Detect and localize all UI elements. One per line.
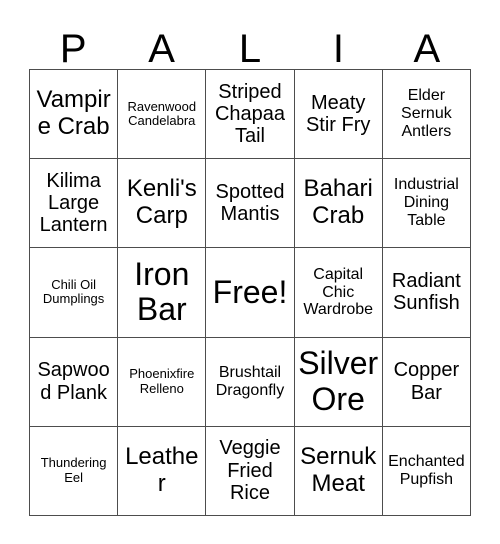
bingo-cell-label: Phoenixfire Relleno [129, 366, 195, 396]
bingo-cell-label: Silver Ore [298, 344, 379, 417]
bingo-cell-label: Capital Chic Wardrobe [303, 265, 374, 319]
bingo-cell[interactable]: Striped Chapaa Tail [206, 70, 295, 160]
bingo-cell[interactable]: Kilima Large Lantern [30, 159, 119, 249]
bingo-cell[interactable]: Kenli's Carp [118, 159, 207, 249]
header-letter-3: L [238, 27, 262, 71]
bingo-cell-label: Enchanted Pupfish [388, 452, 465, 488]
bingo-cell-label: Copper Bar [393, 359, 460, 404]
bingo-card: P A L I A Vampire Crab Ravenwood Candela… [0, 0, 500, 544]
bingo-cell-label: Sernuk Meat [300, 443, 377, 497]
bingo-cell-label: Thundering Eel [40, 455, 107, 485]
bingo-cell[interactable]: Industrial Dining Table [382, 159, 471, 249]
bingo-cell[interactable]: Meaty Stir Fry [294, 70, 383, 160]
bingo-cell-label: Bahari Crab [303, 175, 373, 230]
bingo-cell-label: Radiant Sunfish [391, 270, 461, 315]
header-letter-5: A [413, 27, 441, 71]
bingo-cell-label: Striped Chapaa Tail [214, 80, 286, 148]
bingo-header-letters: P A L I A [29, 20, 471, 69]
bingo-cell[interactable]: Spotted Mantis [206, 159, 295, 249]
bingo-cell-label: Chili Oil Dumplings [42, 276, 105, 307]
bingo-free-cell-label: Free! [212, 273, 288, 310]
bingo-cell[interactable]: Thundering Eel [30, 426, 119, 516]
bingo-cell-label: Elder Sernuk Antlers [401, 87, 452, 141]
bingo-cell[interactable]: Sapwood Plank [30, 337, 119, 427]
bingo-cell[interactable]: Bahari Crab [294, 159, 383, 249]
bingo-cell[interactable]: Capital Chic Wardrobe [294, 248, 383, 338]
bingo-cell-label: Leather [125, 443, 199, 497]
bingo-cell[interactable]: Silver Ore [294, 337, 383, 427]
bingo-cell[interactable]: Sernuk Meat [294, 426, 383, 516]
bingo-free-cell[interactable]: Free! [206, 248, 295, 338]
bingo-cell[interactable]: Copper Bar [382, 337, 471, 427]
bingo-cell-label: Brushtail Dragonfly [215, 363, 285, 399]
bingo-cell[interactable]: Veggie Fried Rice [206, 426, 295, 516]
bingo-cell[interactable]: Enchanted Pupfish [382, 426, 471, 516]
bingo-cell-label: Vampire Crab [36, 86, 111, 141]
header-letter-2: A [148, 27, 175, 71]
bingo-cell-label: Sapwood Plank [37, 359, 110, 404]
bingo-cell-label: Meaty Stir Fry [305, 91, 371, 137]
bingo-cell[interactable]: Chili Oil Dumplings [30, 248, 119, 338]
bingo-cell[interactable]: Leather [118, 426, 207, 516]
header-letter-1: P [59, 27, 87, 71]
bingo-cell-label: Ravenwood Candelabra [127, 98, 197, 129]
bingo-cell-label: Kenli's Carp [126, 175, 197, 230]
bingo-cell-label: Iron Bar [134, 255, 190, 328]
bingo-cell[interactable]: Radiant Sunfish [382, 248, 471, 338]
bingo-cell-label: Veggie Fried Rice [219, 437, 281, 505]
bingo-cell-label: Industrial Dining Table [393, 176, 459, 230]
bingo-cell-label: Spotted Mantis [215, 180, 285, 226]
bingo-cell[interactable]: Brushtail Dragonfly [206, 337, 295, 427]
bingo-cell-label: Kilima Large Lantern [39, 169, 108, 237]
bingo-grid: Vampire Crab Ravenwood Candelabra Stripe… [29, 69, 471, 516]
bingo-cell[interactable]: Elder Sernuk Antlers [382, 70, 471, 160]
header-letter-4: I [332, 27, 344, 71]
bingo-cell[interactable]: Vampire Crab [30, 70, 119, 160]
bingo-cell[interactable]: Phoenixfire Relleno [118, 337, 207, 427]
bingo-cell[interactable]: Iron Bar [118, 248, 207, 338]
bingo-cell[interactable]: Ravenwood Candelabra [118, 70, 207, 160]
